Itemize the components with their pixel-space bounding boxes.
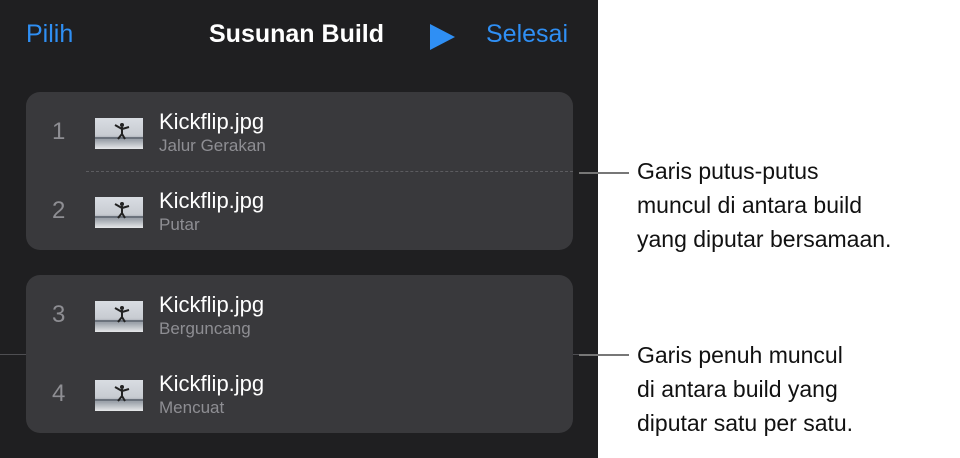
- image-thumbnail: [95, 118, 143, 149]
- build-number: 2: [52, 197, 66, 224]
- build-name: Kickflip.jpg: [159, 109, 265, 134]
- play-icon[interactable]: [428, 23, 456, 51]
- build-group-sequential: 3 Kickflip.jpg Berguncang 4 Kickflip.jpg…: [26, 275, 573, 433]
- callout-leader-line: [579, 172, 629, 174]
- callout-line: di antara build yang: [637, 376, 838, 402]
- build-number: 1: [52, 118, 66, 145]
- build-name: Kickflip.jpg: [159, 188, 265, 213]
- build-effect: Putar: [159, 215, 200, 234]
- build-row[interactable]: 1 Kickflip.jpg Jalur Gerakan: [26, 92, 573, 171]
- build-row[interactable]: 2 Kickflip.jpg Putar: [26, 171, 573, 250]
- build-group-simultaneous: 1 Kickflip.jpg Jalur Gerakan 2 Kickflip.…: [26, 92, 573, 250]
- build-name: Kickflip.jpg: [159, 292, 265, 317]
- panel-title: Susunan Build: [209, 20, 384, 48]
- build-order-panel: Pilih Susunan Build Selesai 1 Kickflip.j…: [0, 0, 598, 458]
- callout-line: diputar satu per satu.: [637, 410, 854, 436]
- callout-solid-line: Garis penuh muncul di antara build yang …: [637, 338, 853, 440]
- image-thumbnail: [95, 380, 143, 411]
- build-effect: Berguncang: [159, 319, 251, 338]
- callout-line: Garis putus-putus: [637, 158, 819, 184]
- callout-line: Garis penuh muncul: [637, 342, 843, 368]
- build-number: 4: [52, 380, 66, 407]
- image-thumbnail: [95, 301, 143, 332]
- select-button[interactable]: Pilih: [26, 20, 73, 49]
- build-name: Kickflip.jpg: [159, 371, 265, 396]
- build-row[interactable]: 3 Kickflip.jpg Berguncang: [26, 275, 573, 354]
- callout-dashed-line: Garis putus-putus muncul di antara build…: [637, 154, 891, 256]
- build-effect: Jalur Gerakan: [159, 136, 266, 155]
- build-row[interactable]: 4 Kickflip.jpg Mencuat: [26, 354, 573, 433]
- image-thumbnail: [95, 197, 143, 228]
- panel-header: Pilih Susunan Build Selesai: [0, 0, 598, 74]
- done-button[interactable]: Selesai: [486, 20, 568, 49]
- callout-line: yang diputar bersamaan.: [637, 226, 892, 252]
- callout-line: muncul di antara build: [637, 192, 863, 218]
- callout-leader-line: [579, 354, 629, 356]
- build-number: 3: [52, 301, 66, 328]
- build-effect: Mencuat: [159, 398, 225, 417]
